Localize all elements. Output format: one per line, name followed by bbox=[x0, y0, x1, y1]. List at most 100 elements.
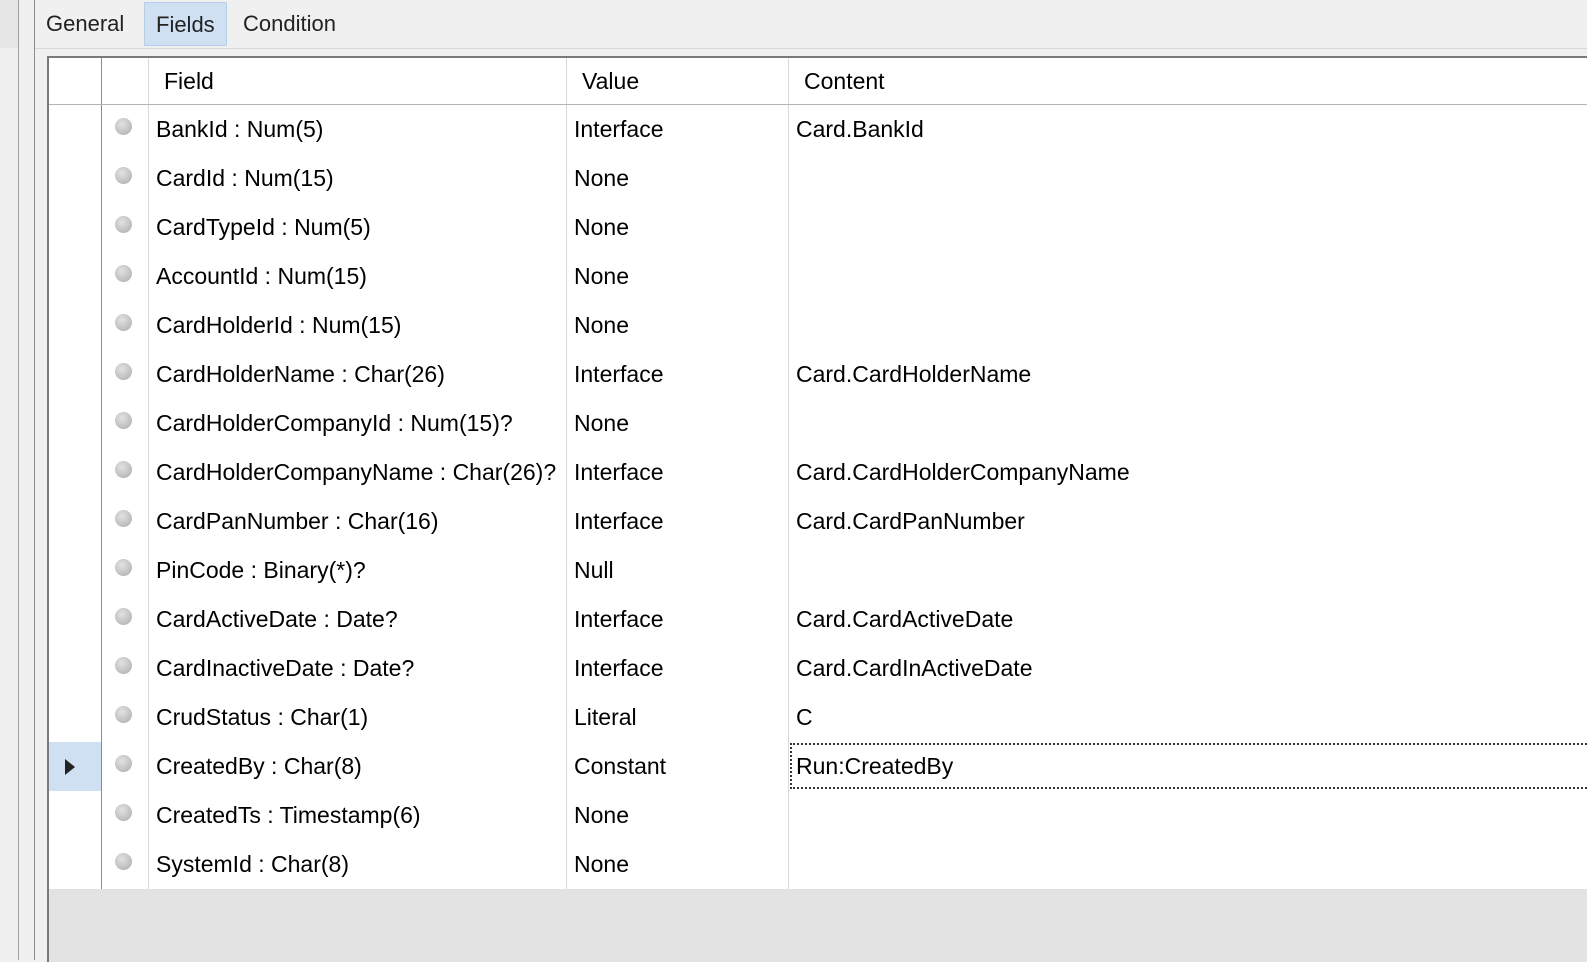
row-selector[interactable] bbox=[49, 693, 102, 742]
status-dot-icon bbox=[115, 167, 132, 184]
content-cell[interactable]: Card.CardHolderName bbox=[789, 350, 1587, 399]
status-cell bbox=[102, 301, 149, 350]
table-row[interactable]: CardHolderCompanyId : Num(15)? None bbox=[49, 399, 1587, 449]
table-row[interactable]: CardHolderCompanyName : Char(26)? Interfa… bbox=[49, 448, 1587, 498]
table-row[interactable]: CreatedTs : Timestamp(6) None bbox=[49, 791, 1587, 841]
row-selector[interactable] bbox=[49, 252, 102, 301]
content-cell[interactable]: C bbox=[789, 693, 1587, 742]
column-header-value[interactable]: Value bbox=[567, 58, 789, 104]
status-cell bbox=[102, 399, 149, 448]
field-cell[interactable]: AccountId : Num(15) bbox=[149, 252, 567, 301]
table-row[interactable]: CardInactiveDate : Date? Interface Card.Ca… bbox=[49, 644, 1587, 694]
field-cell[interactable]: CardHolderId : Num(15) bbox=[149, 301, 567, 350]
tab-condition[interactable]: Condition bbox=[232, 2, 347, 46]
field-cell[interactable]: CardActiveDate : Date? bbox=[149, 595, 567, 644]
value-cell[interactable]: Null bbox=[567, 546, 789, 595]
content-cell[interactable]: Card.BankId bbox=[789, 105, 1587, 154]
row-selector[interactable] bbox=[49, 840, 102, 889]
field-cell[interactable]: CreatedBy : Char(8) bbox=[149, 742, 567, 791]
value-cell[interactable]: Literal bbox=[567, 693, 789, 742]
content-cell[interactable]: Card.CardInActiveDate bbox=[789, 644, 1587, 693]
content-cell[interactable] bbox=[789, 301, 1587, 350]
row-selector[interactable] bbox=[49, 448, 102, 497]
field-cell[interactable]: SystemId : Char(8) bbox=[149, 840, 567, 889]
field-cell[interactable]: PinCode : Binary(*)? bbox=[149, 546, 567, 595]
value-cell[interactable]: None bbox=[567, 203, 789, 252]
content-cell[interactable]: Card.CardActiveDate bbox=[789, 595, 1587, 644]
value-cell[interactable]: None bbox=[567, 399, 789, 448]
field-cell[interactable]: CardInactiveDate : Date? bbox=[149, 644, 567, 693]
value-cell[interactable]: Interface bbox=[567, 350, 789, 399]
value-cell[interactable]: None bbox=[567, 840, 789, 889]
value-cell[interactable]: None bbox=[567, 154, 789, 203]
field-cell[interactable]: BankId : Num(5) bbox=[149, 105, 567, 154]
value-cell[interactable]: None bbox=[567, 301, 789, 350]
row-selector[interactable] bbox=[49, 399, 102, 448]
row-selector[interactable] bbox=[49, 595, 102, 644]
table-row[interactable]: CardTypeId : Num(5) None bbox=[49, 203, 1587, 253]
table-row[interactable]: CreatedBy : Char(8) Constant Run:CreatedBy bbox=[49, 742, 1587, 792]
content-text: Card.CardActiveDate bbox=[796, 606, 1014, 632]
table-row[interactable]: CardActiveDate : Date? Interface Card.Card… bbox=[49, 595, 1587, 645]
value-cell[interactable]: None bbox=[567, 252, 789, 301]
row-selector[interactable] bbox=[49, 203, 102, 252]
value-cell[interactable]: Interface bbox=[567, 595, 789, 644]
content-cell[interactable]: Run:CreatedBy bbox=[789, 742, 1587, 791]
field-cell[interactable]: CreatedTs : Timestamp(6) bbox=[149, 791, 567, 840]
row-header-corner[interactable] bbox=[49, 58, 102, 104]
value-cell[interactable]: Constant bbox=[567, 742, 789, 791]
status-dot-icon bbox=[115, 461, 132, 478]
row-selector[interactable] bbox=[49, 791, 102, 840]
tab-general[interactable]: General bbox=[35, 2, 135, 46]
row-selector[interactable] bbox=[49, 497, 102, 546]
field-cell[interactable]: CardPanNumber : Char(16) bbox=[149, 497, 567, 546]
row-selector[interactable] bbox=[49, 546, 102, 595]
status-dot-icon bbox=[115, 216, 132, 233]
content-cell[interactable] bbox=[789, 840, 1587, 889]
column-header-content[interactable]: Content bbox=[789, 58, 1587, 104]
value-cell[interactable]: Interface bbox=[567, 644, 789, 693]
status-cell bbox=[102, 840, 149, 889]
row-selector[interactable] bbox=[49, 301, 102, 350]
row-selector[interactable] bbox=[49, 105, 102, 154]
table-row[interactable]: CardHolderName : Char(26) Interface Card.C… bbox=[49, 350, 1587, 400]
row-selector[interactable] bbox=[49, 644, 102, 693]
tab-fields[interactable]: Fields bbox=[144, 2, 227, 46]
value-cell[interactable]: Interface bbox=[567, 448, 789, 497]
value-cell[interactable]: None bbox=[567, 791, 789, 840]
field-cell[interactable]: CardHolderName : Char(26) bbox=[149, 350, 567, 399]
value-cell[interactable]: Interface bbox=[567, 105, 789, 154]
field-cell[interactable]: CardHolderCompanyName : Char(26)? bbox=[149, 448, 567, 497]
table-row[interactable]: CardId : Num(15) None bbox=[49, 154, 1587, 204]
status-cell bbox=[102, 203, 149, 252]
status-dot-icon bbox=[115, 265, 132, 282]
field-cell[interactable]: CardTypeId : Num(5) bbox=[149, 203, 567, 252]
field-cell[interactable]: CrudStatus : Char(1) bbox=[149, 693, 567, 742]
value-cell[interactable]: Interface bbox=[567, 497, 789, 546]
row-selector[interactable] bbox=[49, 350, 102, 399]
field-cell[interactable]: CardHolderCompanyId : Num(15)? bbox=[149, 399, 567, 448]
row-selector[interactable] bbox=[49, 742, 102, 791]
content-cell[interactable]: Card.CardPanNumber bbox=[789, 497, 1587, 546]
table-row[interactable]: CrudStatus : Char(1) Literal C bbox=[49, 693, 1587, 743]
status-cell bbox=[102, 154, 149, 203]
table-row[interactable]: SystemId : Char(8) None bbox=[49, 840, 1587, 890]
row-selector[interactable] bbox=[49, 154, 102, 203]
table-row[interactable]: AccountId : Num(15) None bbox=[49, 252, 1587, 302]
content-cell[interactable] bbox=[789, 203, 1587, 252]
content-cell[interactable] bbox=[789, 252, 1587, 301]
content-cell[interactable] bbox=[789, 791, 1587, 840]
field-cell[interactable]: CardId : Num(15) bbox=[149, 154, 567, 203]
content-cell[interactable] bbox=[789, 399, 1587, 448]
table-row[interactable]: BankId : Num(5) Interface Card.BankId bbox=[49, 105, 1587, 155]
table-row[interactable]: PinCode : Binary(*)? Null bbox=[49, 546, 1587, 596]
table-row[interactable]: CardHolderId : Num(15) None bbox=[49, 301, 1587, 351]
status-column-header bbox=[102, 58, 149, 104]
column-header-field[interactable]: Field bbox=[149, 58, 567, 104]
content-cell[interactable] bbox=[789, 154, 1587, 203]
status-cell bbox=[102, 448, 149, 497]
status-dot-icon bbox=[115, 608, 132, 625]
content-cell[interactable] bbox=[789, 546, 1587, 595]
table-row[interactable]: CardPanNumber : Char(16) Interface Card.Ca… bbox=[49, 497, 1587, 547]
content-cell[interactable]: Card.CardHolderCompanyName bbox=[789, 448, 1587, 497]
